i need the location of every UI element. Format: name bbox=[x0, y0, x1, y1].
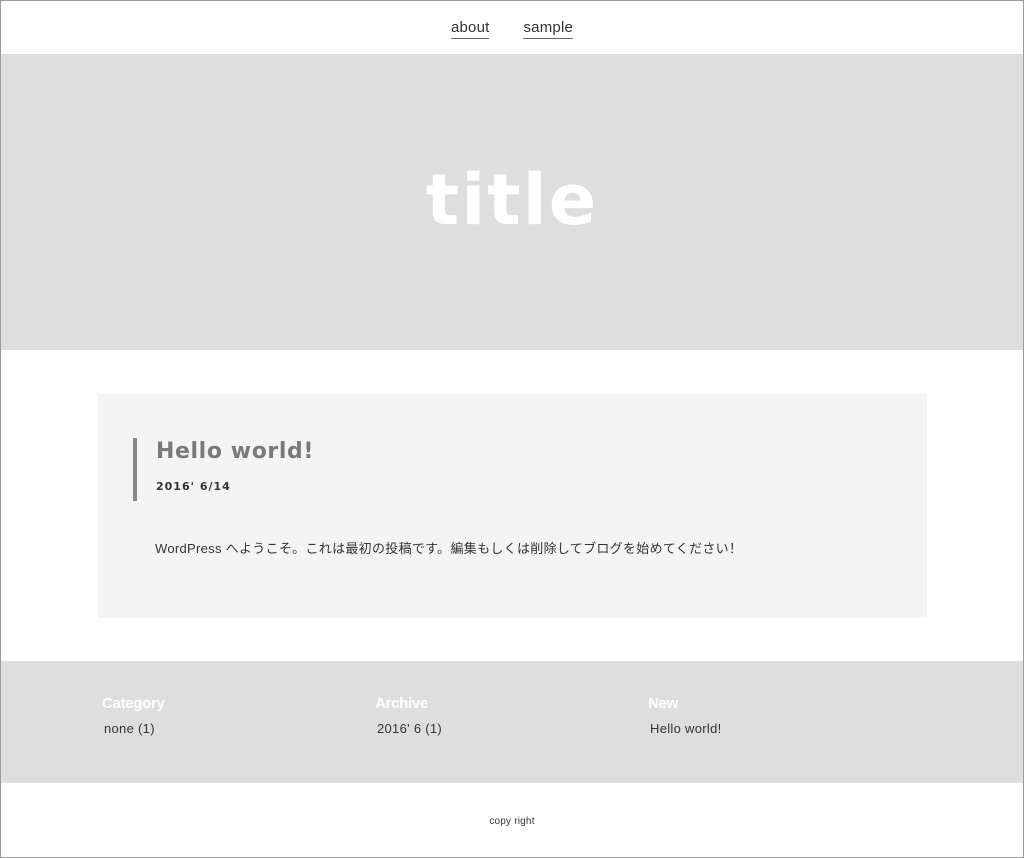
nav-link-about[interactable]: about bbox=[450, 19, 490, 39]
footer-widgets: Category none (1) Archive 2016' 6 (1) Ne… bbox=[1, 661, 1023, 783]
post-title[interactable]: Hello world! bbox=[156, 439, 314, 465]
widget-new: New Hello world! bbox=[648, 695, 722, 736]
widget-archive: Archive 2016' 6 (1) bbox=[375, 695, 442, 736]
widget-category: Category none (1) bbox=[102, 695, 165, 736]
widget-archive-item[interactable]: 2016' 6 (1) bbox=[375, 721, 442, 736]
post-header: Hello world! 2016' 6/14 bbox=[133, 438, 314, 501]
widget-archive-title: Archive bbox=[375, 695, 428, 712]
site-title[interactable]: title bbox=[426, 159, 598, 241]
post-body: WordPress へようこそ。これは最初の投稿です。編集もしくは削除してブログ… bbox=[155, 541, 743, 556]
copyright-text: copy right bbox=[489, 815, 535, 827]
widget-category-item[interactable]: none (1) bbox=[102, 721, 165, 736]
nav-link-sample[interactable]: sample bbox=[523, 19, 574, 39]
hero-banner: title bbox=[1, 54, 1023, 350]
top-navigation: about sample bbox=[1, 1, 1023, 54]
widget-new-item[interactable]: Hello world! bbox=[648, 721, 722, 736]
post-card: Hello world! 2016' 6/14 WordPress へようこそ。… bbox=[98, 394, 927, 618]
widget-category-title: Category bbox=[102, 695, 165, 712]
copyright-footer: copy right bbox=[1, 783, 1023, 857]
widget-new-title: New bbox=[648, 695, 678, 712]
post-date: 2016' 6/14 bbox=[156, 480, 231, 493]
